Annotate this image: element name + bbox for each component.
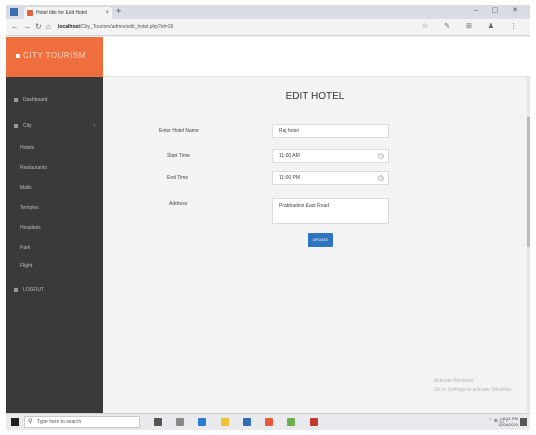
scrollbar-thumb[interactable] bbox=[527, 117, 530, 247]
sidebar-item-city[interactable]: City bbox=[14, 123, 32, 129]
logout-icon bbox=[14, 287, 18, 292]
sidebar-item-hospitals[interactable]: Hospitals bbox=[20, 225, 41, 231]
task-view-icon[interactable] bbox=[154, 417, 162, 426]
end-time-label: End Time bbox=[167, 175, 189, 181]
edge-icon[interactable] bbox=[198, 417, 207, 426]
window-menu-icon[interactable] bbox=[10, 8, 18, 16]
browser-tab[interactable]: Hotel title for Edit Hotel × bbox=[24, 7, 112, 19]
back-button[interactable]: ← bbox=[11, 22, 19, 31]
watermark-line1: Activate Windows bbox=[434, 378, 474, 384]
clock-icon[interactable]: ◷ bbox=[378, 174, 384, 182]
brand-name: CITY TOURISM bbox=[23, 51, 86, 60]
browser-tab-bar: Hotel title for Edit Hotel × + – ▢ ✕ bbox=[6, 5, 530, 19]
url-path: /City_Tourism/admin/edit_hotel.php?id=18 bbox=[79, 24, 174, 30]
tab-close-icon[interactable]: × bbox=[105, 7, 109, 19]
chevron-left-icon: ‹ bbox=[93, 123, 95, 129]
main-content: EDIT HOTEL Enter Hotel Name Raj hotel St… bbox=[103, 77, 527, 413]
taskbar: ⚲ Type here to search ⌃ ⊕ ◫ ♪ 9:41 PM 12… bbox=[6, 413, 530, 430]
taskbar-clock[interactable]: 9:41 PM 12/04/2020 bbox=[498, 416, 518, 428]
file-explorer-icon[interactable] bbox=[220, 417, 229, 426]
windows-start-icon[interactable] bbox=[11, 418, 19, 426]
sidebar-item-label: City bbox=[23, 123, 32, 129]
cortana-icon[interactable] bbox=[176, 417, 185, 426]
address-textarea[interactable]: Prabhadevi East Road bbox=[272, 198, 389, 224]
sidebar-item-flight[interactable]: Flight bbox=[20, 263, 32, 269]
sidebar: Dashboard City ‹ Hotels Restaurants Mall… bbox=[6, 77, 103, 413]
top-header bbox=[103, 37, 530, 77]
activate-windows-watermark: Activate Windows Go to Settings to activ… bbox=[434, 377, 513, 395]
favicon-icon bbox=[27, 10, 33, 16]
app2-icon[interactable] bbox=[309, 417, 318, 426]
address-value: Prabhadevi East Road bbox=[279, 203, 330, 209]
start-time-input[interactable]: 11:00 AM ◷ bbox=[272, 149, 389, 163]
taskbar-apps bbox=[154, 417, 324, 426]
clock-icon[interactable]: ◷ bbox=[378, 152, 384, 160]
search-placeholder: Type here to search bbox=[37, 419, 82, 425]
screen: Hotel title for Edit Hotel × + – ▢ ✕ ← →… bbox=[6, 5, 530, 430]
brand-bar: CITY TOURISM bbox=[6, 37, 103, 77]
store-icon[interactable] bbox=[242, 417, 251, 426]
url-input[interactable]: localhost/City_Tourism/admin/edit_hotel.… bbox=[58, 22, 418, 33]
dashboard-icon bbox=[14, 97, 18, 102]
end-time-input[interactable]: 11:00 PM ◷ bbox=[272, 171, 389, 185]
sidebar-item-label: LOGOUT bbox=[23, 287, 45, 293]
sidebar-item-park[interactable]: Park bbox=[20, 245, 30, 251]
page-title: EDIT HOTEL bbox=[285, 91, 345, 102]
sidebar-item-logout[interactable]: LOGOUT bbox=[14, 287, 44, 293]
clock-date: 12/04/2020 bbox=[497, 422, 518, 427]
reload-button[interactable]: ↻ bbox=[35, 22, 42, 31]
chrome-icon[interactable] bbox=[287, 417, 296, 426]
address-bar: ← → ↻ ⌂ localhost/City_Tourism/admin/edi… bbox=[6, 19, 530, 36]
sidebar-item-malls[interactable]: Malls bbox=[20, 185, 32, 191]
forward-button[interactable]: → bbox=[23, 22, 31, 31]
update-button[interactable]: UPDATE bbox=[308, 233, 333, 247]
watermark-line2: Go to Settings to activate Windows. bbox=[434, 387, 513, 393]
home-button[interactable]: ⌂ bbox=[46, 22, 51, 31]
url-host: localhost bbox=[58, 24, 80, 30]
sidebar-item-temples[interactable]: Temples bbox=[20, 205, 39, 211]
tab-title: Hotel title for Edit Hotel bbox=[36, 10, 88, 16]
taskbar-search-input[interactable]: ⚲ Type here to search bbox=[24, 416, 140, 428]
start-time-value: 11:00 AM bbox=[279, 153, 300, 159]
end-time-value: 11:00 PM bbox=[279, 175, 301, 181]
address-label: Address bbox=[169, 201, 188, 207]
hotel-name-input[interactable]: Raj hotel bbox=[272, 124, 389, 138]
search-icon: ⚲ bbox=[28, 419, 33, 425]
brand-logo[interactable]: CITY TOURISM bbox=[16, 51, 86, 60]
hotel-name-value: Raj hotel bbox=[279, 128, 299, 134]
sidebar-item-hotels[interactable]: Hotels bbox=[20, 145, 34, 151]
city-icon bbox=[14, 123, 18, 128]
brand-dot-icon bbox=[16, 54, 20, 58]
app-icon[interactable] bbox=[265, 417, 274, 426]
sidebar-item-label: Dashboard bbox=[23, 97, 48, 103]
hotel-name-label: Enter Hotel Name bbox=[159, 128, 199, 134]
page-scrollbar[interactable] bbox=[527, 77, 530, 413]
sidebar-item-dashboard[interactable]: Dashboard bbox=[14, 97, 47, 103]
new-tab-button[interactable]: + bbox=[116, 6, 121, 16]
window-controls[interactable]: – ▢ ✕ bbox=[474, 6, 524, 14]
sidebar-item-restaurants[interactable]: Restaurants bbox=[20, 165, 47, 171]
notification-icon[interactable] bbox=[520, 418, 527, 426]
browser-toolbar-icons[interactable]: ☆ ✎ ⊞ ♟ ⋮ bbox=[422, 22, 524, 30]
start-time-label: Start Time bbox=[167, 153, 190, 159]
